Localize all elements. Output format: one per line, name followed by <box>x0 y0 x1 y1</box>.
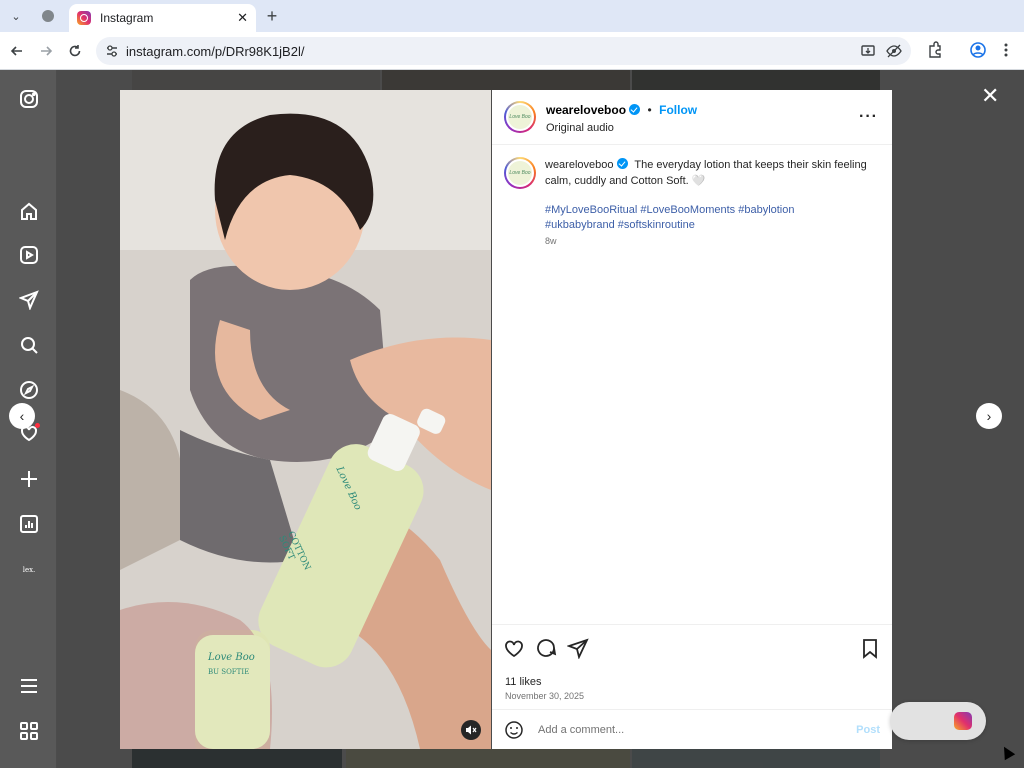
hashtags: #MyLoveBooRitual #LoveBooMoments #babylo… <box>545 203 845 233</box>
reload-icon[interactable] <box>64 40 86 62</box>
tab-strip: ⌄ Instagram ✕ + <box>0 0 1024 32</box>
emoji-icon[interactable] <box>504 720 524 740</box>
create-icon[interactable] <box>19 469 39 489</box>
tab-title: Instagram <box>100 11 154 25</box>
save-bookmark-icon[interactable] <box>859 637 881 659</box>
like-heart-icon[interactable] <box>503 637 525 659</box>
post-details-panel: Love Boo weareloveboo • Follow Original … <box>492 90 892 749</box>
caption-text: weareloveboo The everyday lotion that ke… <box>545 157 875 189</box>
instagram-page: lex. Love Boo COTTON SOFT Love Boo BU SO… <box>0 70 1024 768</box>
instagram-messages-icon <box>954 712 972 730</box>
verified-badge-icon <box>629 103 641 115</box>
follow-button[interactable]: Follow <box>659 103 697 117</box>
url-text: instagram.com/p/DRr98K1jB2l/ <box>126 43 305 59</box>
menu-icon[interactable] <box>19 676 39 696</box>
previous-post-chevron-icon[interactable]: ‹ <box>9 403 35 429</box>
more-options-icon[interactable]: ··· <box>859 108 878 126</box>
globe-tab-icon[interactable] <box>38 6 58 26</box>
caption-username[interactable]: weareloveboo <box>545 159 614 171</box>
address-bar[interactable]: instagram.com/p/DRr98K1jB2l/ <box>96 37 911 65</box>
browser-menu-icon[interactable] <box>997 41 1015 59</box>
comment-input[interactable]: Add a comment... <box>538 724 856 736</box>
caption-verified-icon <box>616 158 628 169</box>
explore-icon[interactable] <box>19 380 39 400</box>
new-tab-button[interactable]: + <box>262 6 282 26</box>
instagram-icon[interactable] <box>19 89 39 109</box>
comment-icon[interactable] <box>535 637 557 659</box>
tab-close-icon[interactable]: ✕ <box>237 10 248 26</box>
post-image[interactable]: Love Boo COTTON SOFT Love Boo BU SOFTIE <box>120 90 491 749</box>
reels-icon[interactable] <box>19 245 39 265</box>
back-icon[interactable] <box>6 40 28 62</box>
messages-icon[interactable] <box>18 290 39 311</box>
share-icon[interactable] <box>566 637 589 660</box>
instagram-favicon-icon <box>77 11 91 25</box>
forward-icon[interactable] <box>35 40 57 62</box>
post-date: November 30, 2025 <box>505 691 585 701</box>
tube-brand-label: Love Boo <box>208 652 255 663</box>
site-info-icon[interactable] <box>105 44 119 58</box>
install-app-icon[interactable] <box>860 43 876 59</box>
post-comment-button[interactable]: Post <box>856 724 880 736</box>
messages-floating-button[interactable] <box>890 702 986 740</box>
tracking-protection-icon[interactable] <box>886 43 902 59</box>
tube-product-label: BU SOFTIE <box>208 668 250 676</box>
browser-tab-instagram[interactable]: Instagram ✕ <box>69 4 256 32</box>
avatar-logo: Love Boo <box>506 103 534 131</box>
home-icon[interactable] <box>19 201 39 221</box>
likes-count[interactable]: 11 likes <box>505 676 541 688</box>
post-username[interactable]: weareloveboo <box>546 103 626 117</box>
hashtags-line-1[interactable]: #MyLoveBooRitual #LoveBooMoments #babylo… <box>545 204 795 216</box>
dashboard-icon[interactable] <box>19 514 39 534</box>
tab-search-chevron-icon[interactable]: ⌄ <box>6 6 26 26</box>
post-photo-illustration <box>120 90 491 749</box>
caption-area: Love Boo weareloveboo The everyday lotio… <box>492 145 892 615</box>
avatar[interactable]: Love Boo <box>504 101 536 133</box>
extensions-icon[interactable] <box>926 41 944 59</box>
post-header: Love Boo weareloveboo • Follow Original … <box>492 90 892 145</box>
mute-audio-icon[interactable] <box>461 720 481 740</box>
profile-icon[interactable]: lex. <box>19 560 39 580</box>
search-icon[interactable] <box>19 335 39 355</box>
close-modal-icon[interactable]: ✕ <box>981 83 999 109</box>
original-audio-link[interactable]: Original audio <box>546 122 697 134</box>
header-separator: • <box>647 102 652 117</box>
more-icon[interactable] <box>19 721 39 741</box>
profile-account-icon[interactable] <box>969 41 987 59</box>
caption-avatar-logo: Love Boo <box>506 159 534 187</box>
next-post-chevron-icon[interactable]: › <box>976 403 1002 429</box>
caption-avatar[interactable]: Love Boo <box>504 157 536 189</box>
action-bar: 11 likes November 30, 2025 Add a comment… <box>492 624 892 749</box>
browser-toolbar: instagram.com/p/DRr98K1jB2l/ <box>0 32 1024 70</box>
hashtags-line-2[interactable]: #ukbabybrand #softskinroutine <box>545 219 695 231</box>
post-age: 8w <box>545 236 557 246</box>
comment-bar: Add a comment... Post <box>492 709 892 750</box>
